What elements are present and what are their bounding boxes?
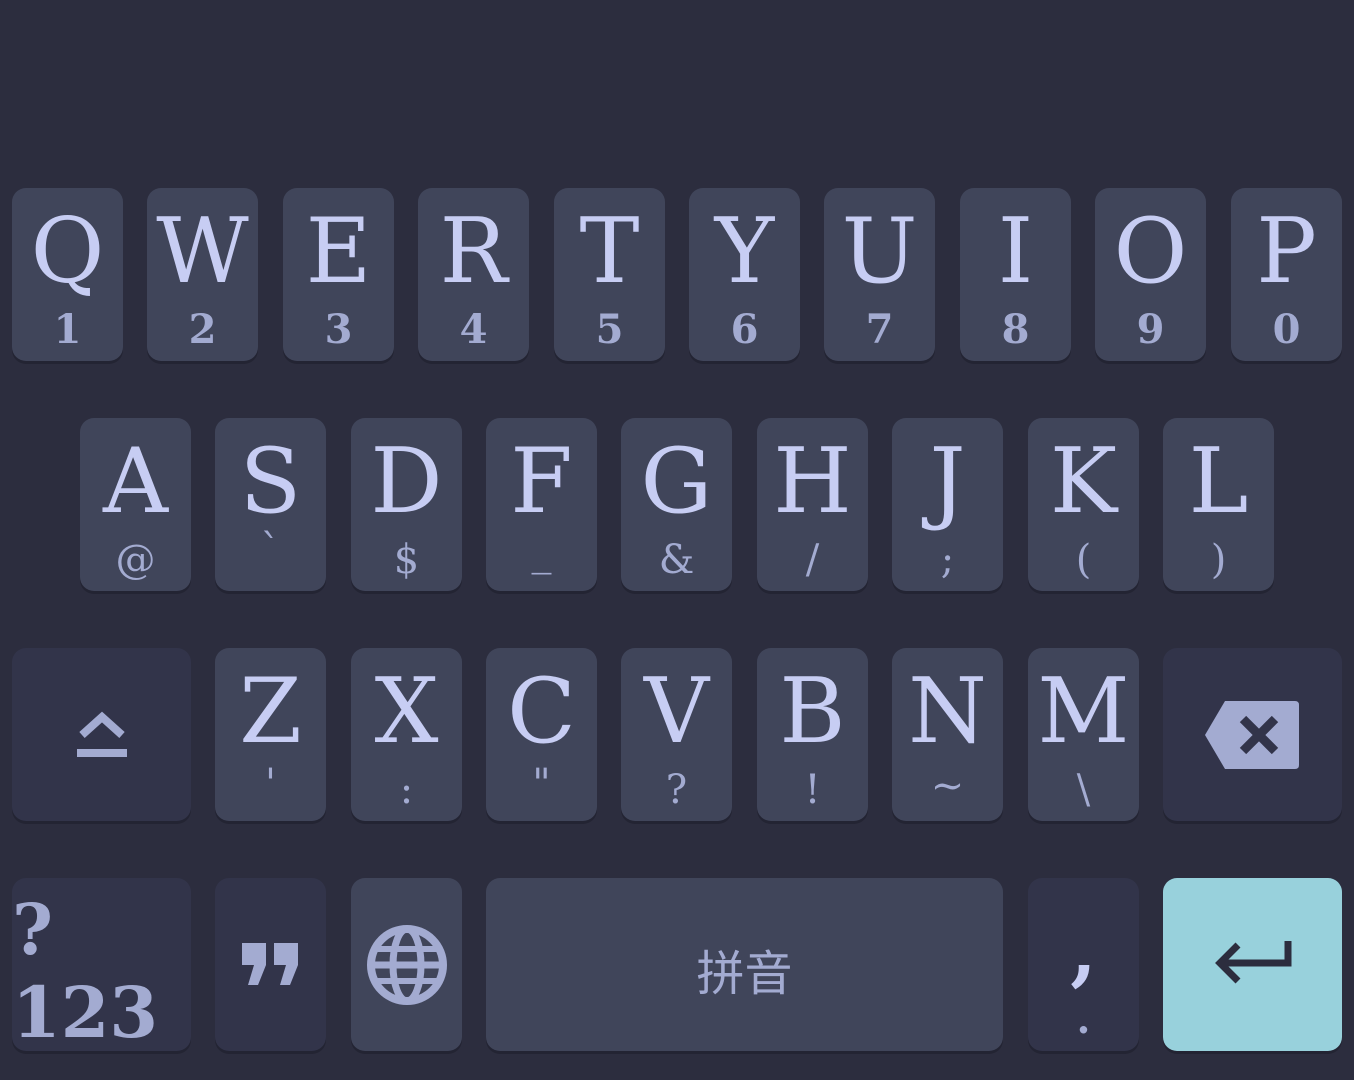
key-sublabel: ( [1075, 537, 1092, 583]
key-label: B [779, 659, 846, 764]
key-w[interactable]: W2 [147, 188, 258, 361]
symbols-key[interactable]: ?123 [12, 878, 191, 1054]
key-sublabel: 5 [595, 306, 624, 353]
key-sublabel: 1 [53, 306, 82, 353]
language-key[interactable] [351, 878, 462, 1051]
key-p[interactable]: P0 [1231, 188, 1342, 361]
space-label: 拼音 [696, 945, 793, 1002]
key-u[interactable]: U7 [824, 188, 935, 361]
key-t[interactable]: T5 [554, 188, 665, 361]
key-label: X [374, 659, 439, 764]
quote-key[interactable] [215, 878, 326, 1051]
key-i[interactable]: I8 [960, 188, 1071, 361]
key-sublabel: 9 [1136, 306, 1165, 353]
key-label: I [997, 199, 1034, 304]
quote-icon [215, 878, 326, 1051]
key-sublabel: ? [665, 767, 688, 813]
backspace-key[interactable] [1163, 648, 1342, 821]
key-sublabel: ) [1210, 537, 1227, 583]
key-sublabel: 2 [188, 306, 217, 353]
key-b[interactable]: B! [757, 648, 868, 821]
key-e[interactable]: E3 [283, 188, 394, 361]
key-sublabel: @ [115, 537, 156, 583]
key-q[interactable]: Q1 [12, 188, 123, 361]
symbols-label: ?123 [12, 887, 159, 1054]
key-label: L [1188, 429, 1249, 534]
key-sublabel: $ [393, 537, 420, 583]
key-label: K [1049, 429, 1118, 534]
space-key[interactable]: 拼音 [486, 878, 1003, 1051]
key-v[interactable]: V? [621, 648, 732, 821]
key-sublabel: : [399, 767, 414, 813]
key-label: O [1113, 199, 1188, 304]
key-x[interactable]: X: [351, 648, 462, 821]
key-z[interactable]: Z ' [215, 648, 326, 821]
key-sublabel: / [805, 537, 820, 583]
key-n[interactable]: N ~ [892, 648, 1003, 821]
key-label: C [507, 659, 576, 764]
key-label: R [439, 199, 508, 304]
globe-icon [351, 878, 462, 1051]
key-sublabel: ; [940, 537, 955, 583]
comma-key[interactable]: , . [1028, 878, 1139, 1051]
key-f[interactable]: F _ [486, 418, 597, 591]
key-h[interactable]: H / [757, 418, 868, 591]
shift-key[interactable] [12, 648, 191, 821]
key-sublabel: 6 [730, 306, 759, 353]
key-label: J [929, 429, 966, 534]
key-k[interactable]: K( [1028, 418, 1139, 591]
key-label: W [156, 199, 249, 304]
key-r[interactable]: R4 [418, 188, 529, 361]
key-label: S [239, 429, 302, 534]
key-o[interactable]: O9 [1095, 188, 1206, 361]
period-label: . [1076, 996, 1091, 1043]
key-label: Z [239, 659, 302, 764]
key-sublabel: ~ [930, 763, 965, 809]
key-label: V [644, 659, 709, 764]
key-label: Q [30, 199, 105, 304]
enter-icon [1163, 878, 1342, 1051]
key-label: U [841, 199, 918, 304]
keyboard: Q1 W2 E3 R4 T5 Y6 U7 I8 O9 P0 A @ S ` D $ F… [0, 0, 1354, 1080]
key-label: H [773, 429, 852, 534]
key-label: T [579, 199, 640, 304]
key-label: D [370, 429, 443, 534]
key-sublabel: \ [1076, 767, 1091, 813]
key-l[interactable]: L) [1163, 418, 1274, 591]
key-sublabel: 8 [1001, 306, 1030, 353]
key-label: G [640, 429, 713, 534]
key-j[interactable]: J; [892, 418, 1003, 591]
key-sublabel: " [532, 761, 551, 807]
key-c[interactable]: C " [486, 648, 597, 821]
key-y[interactable]: Y6 [689, 188, 800, 361]
key-sublabel: ` [260, 527, 281, 573]
key-sublabel: 7 [865, 306, 894, 353]
key-label: P [1256, 199, 1317, 304]
key-label: Y [714, 199, 775, 304]
key-d[interactable]: D $ [351, 418, 462, 591]
shift-icon [12, 648, 191, 821]
key-m[interactable]: M \ [1028, 648, 1139, 821]
key-label: M [1037, 659, 1130, 764]
key-g[interactable]: G & [621, 418, 732, 591]
backspace-icon [1163, 648, 1342, 821]
key-a[interactable]: A @ [80, 418, 191, 591]
enter-key[interactable] [1163, 878, 1342, 1051]
key-sublabel: ' [265, 761, 276, 807]
key-sublabel: 0 [1272, 306, 1301, 353]
comma-label: , [1070, 906, 1097, 995]
key-label: F [510, 429, 573, 534]
key-label: E [305, 199, 372, 304]
key-sublabel: 4 [459, 306, 488, 353]
key-sublabel: _ [531, 529, 552, 575]
key-sublabel: 3 [324, 306, 353, 353]
key-label: A [103, 429, 168, 534]
key-s[interactable]: S ` [215, 418, 326, 591]
key-label: N [908, 659, 987, 764]
key-sublabel: & [658, 537, 695, 583]
key-sublabel: ! [804, 767, 821, 813]
